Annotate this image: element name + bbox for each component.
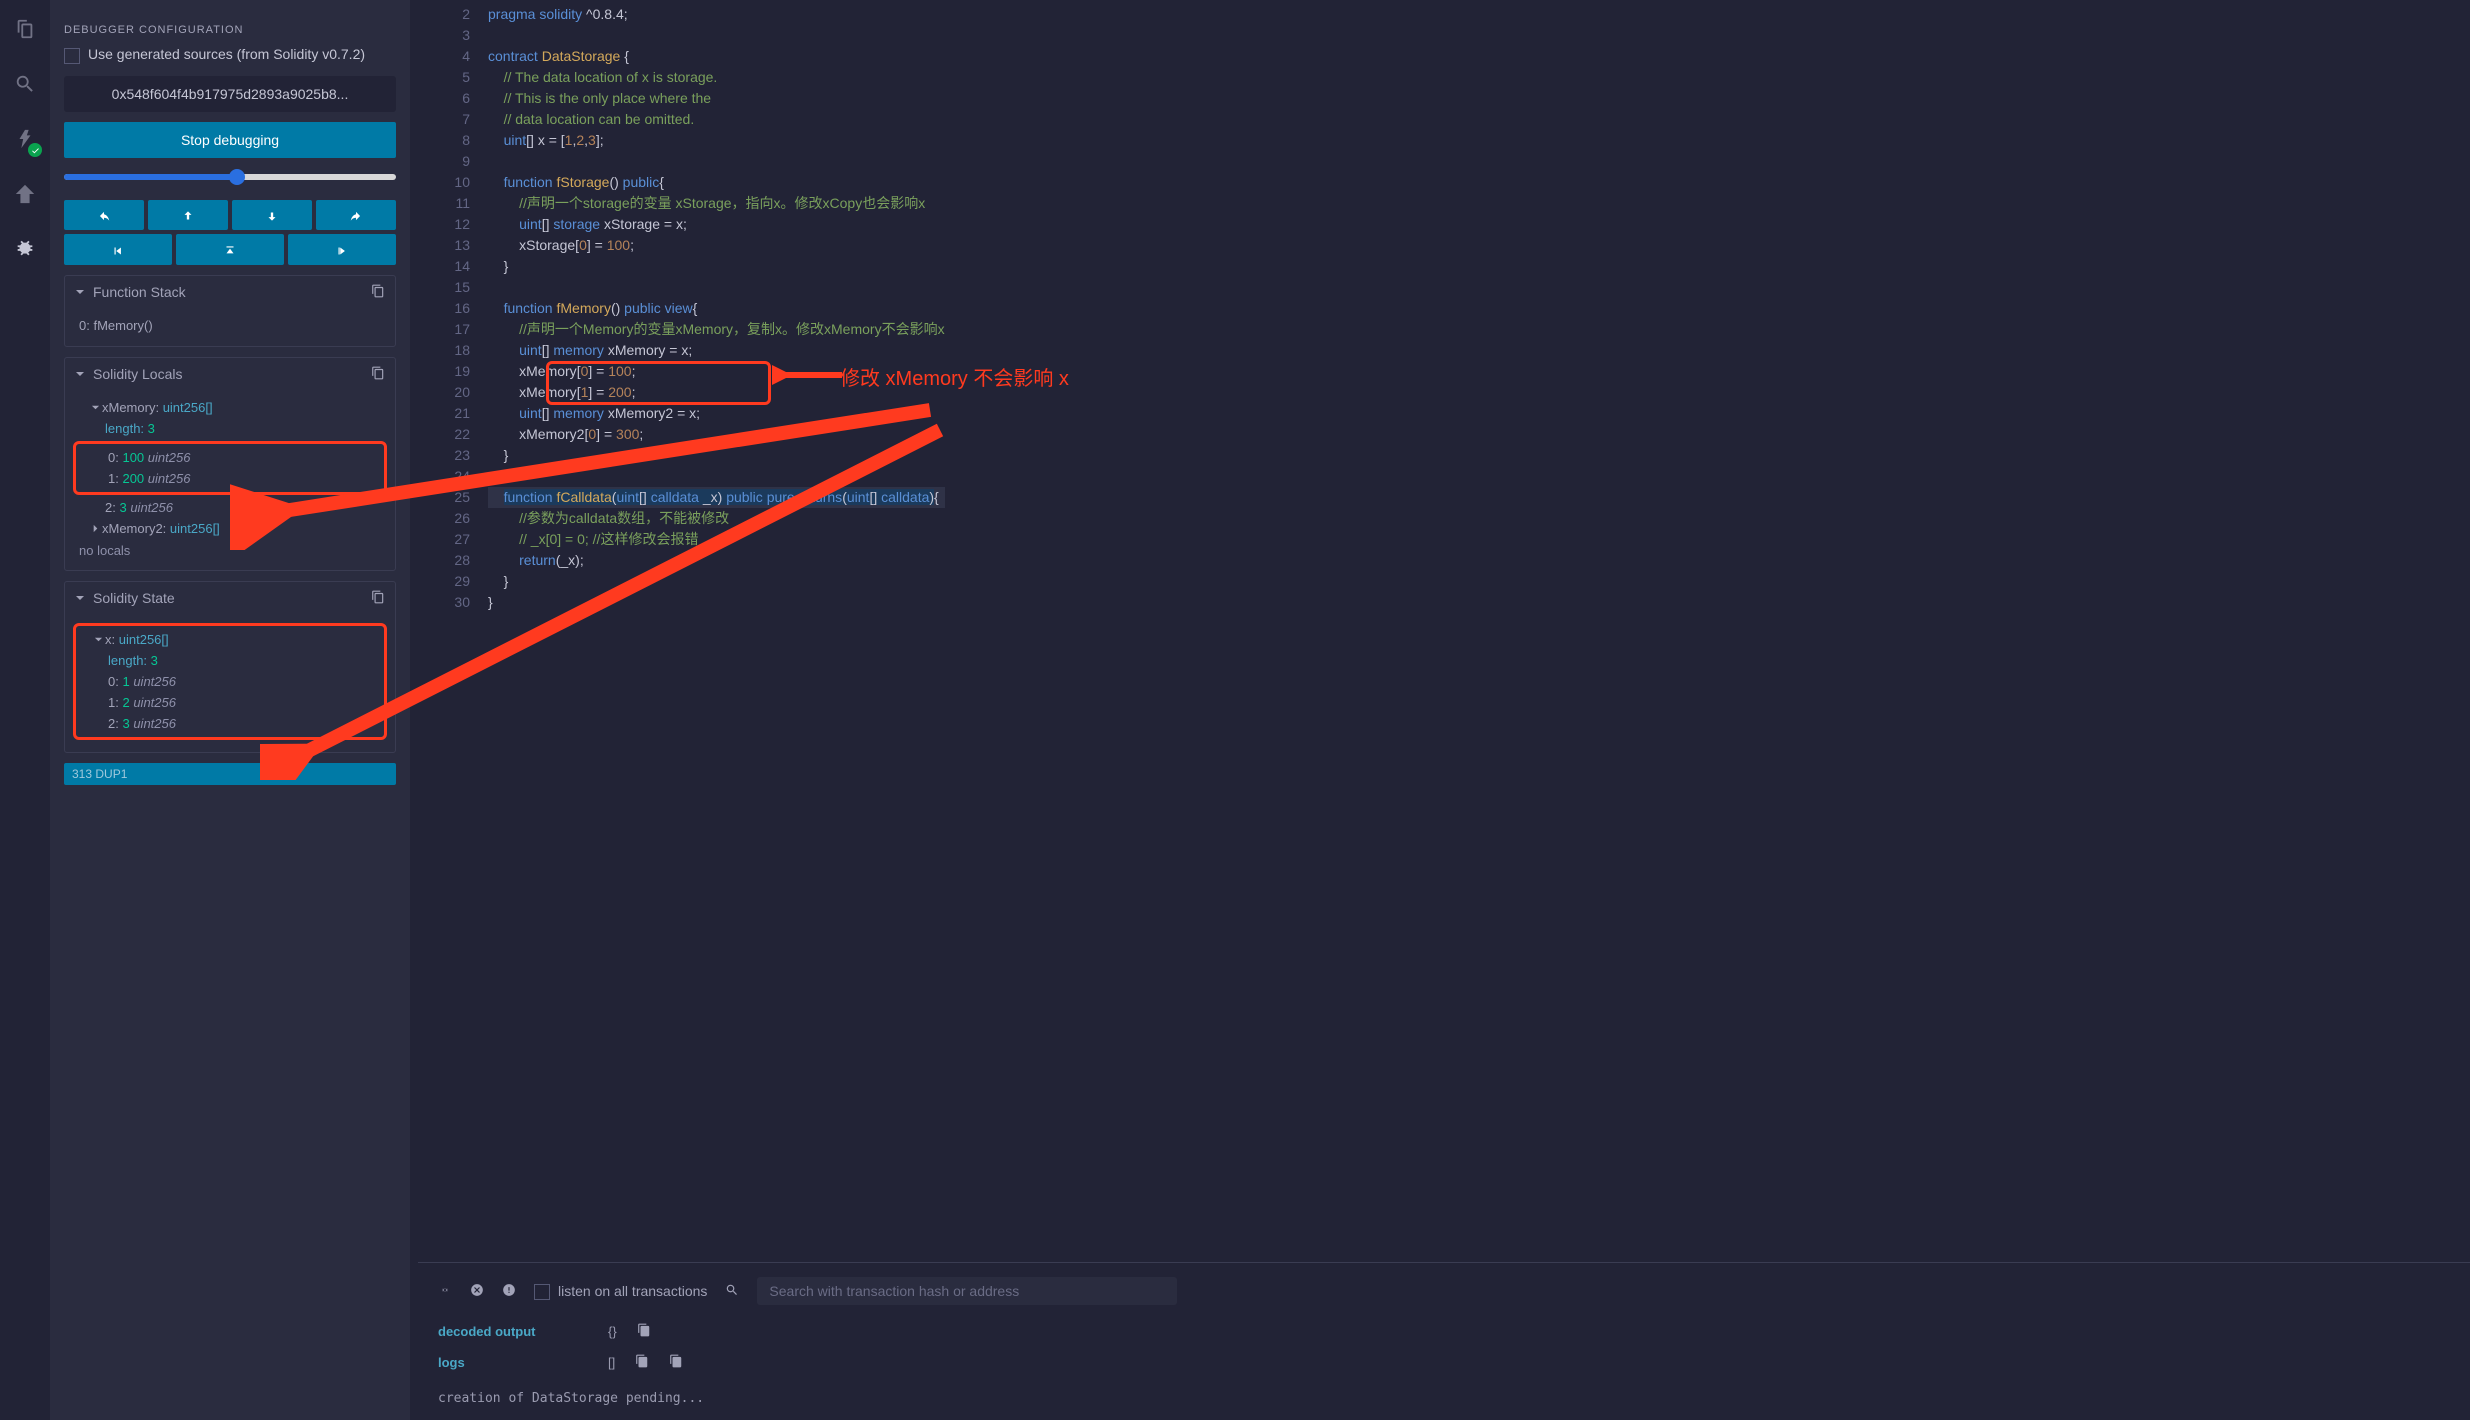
terminal-panel: listen on all transactions Search with t… <box>418 1262 2470 1420</box>
tx-address-input[interactable]: 0x548f604f4b917975d2893a9025b8... <box>64 76 396 112</box>
code-line[interactable]: function fCalldata(uint[] calldata _x) p… <box>488 487 945 508</box>
listen-toggle[interactable]: listen on all transactions <box>534 1282 707 1300</box>
code-editor[interactable]: 2345678910111213141516171819202122232425… <box>418 0 2470 1262</box>
stack-frame: 0: fMemory() <box>79 315 381 336</box>
array-item: 0: 100 uint256 <box>82 447 378 468</box>
array-item: 2: 3 uint256 <box>79 497 381 518</box>
logs-value: [] <box>608 1355 615 1370</box>
listen-label: listen on all transactions <box>558 1283 707 1299</box>
solidity-locals-panel: Solidity Locals xMemory: uint256[] lengt… <box>64 357 396 571</box>
decoded-output-value: {} <box>608 1324 617 1339</box>
no-locals-text: no locals <box>79 539 381 560</box>
code-line[interactable]: uint[] storage xStorage = x; <box>488 214 945 235</box>
array-item: 2: 3 uint256 <box>82 713 378 734</box>
annotation-highlight: x: uint256[] length: 3 0: 1 uint256 1: 2… <box>73 623 387 740</box>
panel-title: Solidity State <box>93 590 363 606</box>
code-line[interactable]: xMemory[1] = 200; <box>488 382 945 403</box>
x-node[interactable]: x: uint256[] <box>82 629 378 650</box>
code-line[interactable]: } <box>488 592 945 613</box>
code-line[interactable]: // data location can be omitted. <box>488 109 945 130</box>
checkbox-label: Use generated sources (from Solidity v0.… <box>88 46 365 62</box>
code-line[interactable]: //声明一个storage的变量 xStorage，指向x。修改xCopy也会影… <box>488 193 945 214</box>
code-line[interactable]: xMemory2[0] = 300; <box>488 424 945 445</box>
code-line[interactable]: pragma solidity ^0.8.4; <box>488 4 945 25</box>
length-row: length: 3 <box>79 418 381 439</box>
search-icon[interactable] <box>725 1283 739 1300</box>
code-line[interactable]: return(_x); <box>488 550 945 571</box>
code-line[interactable]: uint[] memory xMemory = x; <box>488 340 945 361</box>
files-icon[interactable] <box>14 18 36 43</box>
annotation-highlight: 0: 100 uint256 1: 200 uint256 <box>73 441 387 495</box>
code-line[interactable] <box>488 25 945 46</box>
debugger-icon[interactable] <box>14 238 36 263</box>
function-stack-header[interactable]: Function Stack <box>65 276 395 309</box>
solidity-state-header[interactable]: Solidity State <box>65 582 395 615</box>
code-line[interactable]: //参数为calldata数组，不能被修改 <box>488 508 945 529</box>
array-item: 0: 1 uint256 <box>82 671 378 692</box>
copy-icon[interactable] <box>371 284 385 301</box>
code-line[interactable]: // _x[0] = 0; //这样修改会报错 <box>488 529 945 550</box>
code-line[interactable]: contract DataStorage { <box>488 46 945 67</box>
code-line[interactable]: } <box>488 571 945 592</box>
vertical-divider[interactable] <box>410 0 418 1420</box>
step-into-button[interactable] <box>232 200 312 230</box>
code-line[interactable]: } <box>488 256 945 277</box>
copy-icon[interactable] <box>371 366 385 383</box>
xmemory-node[interactable]: xMemory: uint256[] <box>79 397 381 418</box>
opcode-row: 313 DUP1 <box>64 763 396 785</box>
function-stack-panel: Function Stack 0: fMemory() <box>64 275 396 347</box>
panel-title: Solidity Locals <box>93 366 363 382</box>
solidity-state-panel: Solidity State x: uint256[] length: 3 0:… <box>64 581 396 753</box>
code-line[interactable]: uint[] x = [1,2,3]; <box>488 130 945 151</box>
use-generated-sources-checkbox[interactable] <box>64 48 80 64</box>
solidity-locals-header[interactable]: Solidity Locals <box>65 358 395 391</box>
code-line[interactable]: function fMemory() public view{ <box>488 298 945 319</box>
logs-label: logs <box>438 1355 588 1370</box>
code-line[interactable]: // This is the only place where the <box>488 88 945 109</box>
copy-icon[interactable] <box>637 1323 651 1340</box>
copy-icon[interactable] <box>669 1354 683 1371</box>
search-input[interactable]: Search with transaction hash or address <box>757 1277 1177 1305</box>
jump-next-button[interactable] <box>288 234 396 264</box>
code-line[interactable] <box>488 466 945 487</box>
config-title: DEBUGGER CONFIGURATION <box>64 24 396 36</box>
length-row: length: 3 <box>82 650 378 671</box>
code-line[interactable]: // The data location of x is storage. <box>488 67 945 88</box>
code-line[interactable]: xMemory[0] = 100; <box>488 361 945 382</box>
code-line[interactable]: } <box>488 445 945 466</box>
jump-out-button[interactable] <box>176 234 284 264</box>
code-line[interactable]: function fStorage() public{ <box>488 172 945 193</box>
code-line[interactable]: xStorage[0] = 100; <box>488 235 945 256</box>
stop-debugging-button[interactable]: Stop debugging <box>64 122 396 158</box>
code-line[interactable]: uint[] memory xMemory2 = x; <box>488 403 945 424</box>
pending-icon[interactable] <box>502 1283 516 1300</box>
deploy-icon[interactable] <box>14 183 36 208</box>
collapse-icon[interactable] <box>438 1283 452 1300</box>
terminal-message: creation of DataStorage pending... <box>438 1391 2450 1406</box>
array-item: 1: 2 uint256 <box>82 692 378 713</box>
clear-icon[interactable] <box>470 1283 484 1300</box>
jump-prev-button[interactable] <box>64 234 172 264</box>
step-out-button[interactable] <box>148 200 228 230</box>
step-forward-button[interactable] <box>316 200 396 230</box>
code-line[interactable]: //声明一个Memory的变量xMemory，复制x。修改xMemory不会影响… <box>488 319 945 340</box>
listen-checkbox[interactable] <box>534 1284 550 1300</box>
search-icon[interactable] <box>14 73 36 98</box>
decoded-output-label: decoded output <box>438 1324 588 1339</box>
copy-icon[interactable] <box>635 1354 649 1371</box>
solidity-compile-icon[interactable] <box>14 128 36 153</box>
copy-icon[interactable] <box>371 590 385 607</box>
code-line[interactable] <box>488 151 945 172</box>
use-generated-sources-row[interactable]: Use generated sources (from Solidity v0.… <box>64 46 396 64</box>
array-item: 1: 200 uint256 <box>82 468 378 489</box>
code-line[interactable] <box>488 277 945 298</box>
panel-title: Function Stack <box>93 284 363 300</box>
step-back-button[interactable] <box>64 200 144 230</box>
slider-thumb[interactable] <box>229 169 245 185</box>
step-slider[interactable] <box>64 174 396 184</box>
xmemory2-node[interactable]: xMemory2: uint256[] <box>79 518 381 539</box>
